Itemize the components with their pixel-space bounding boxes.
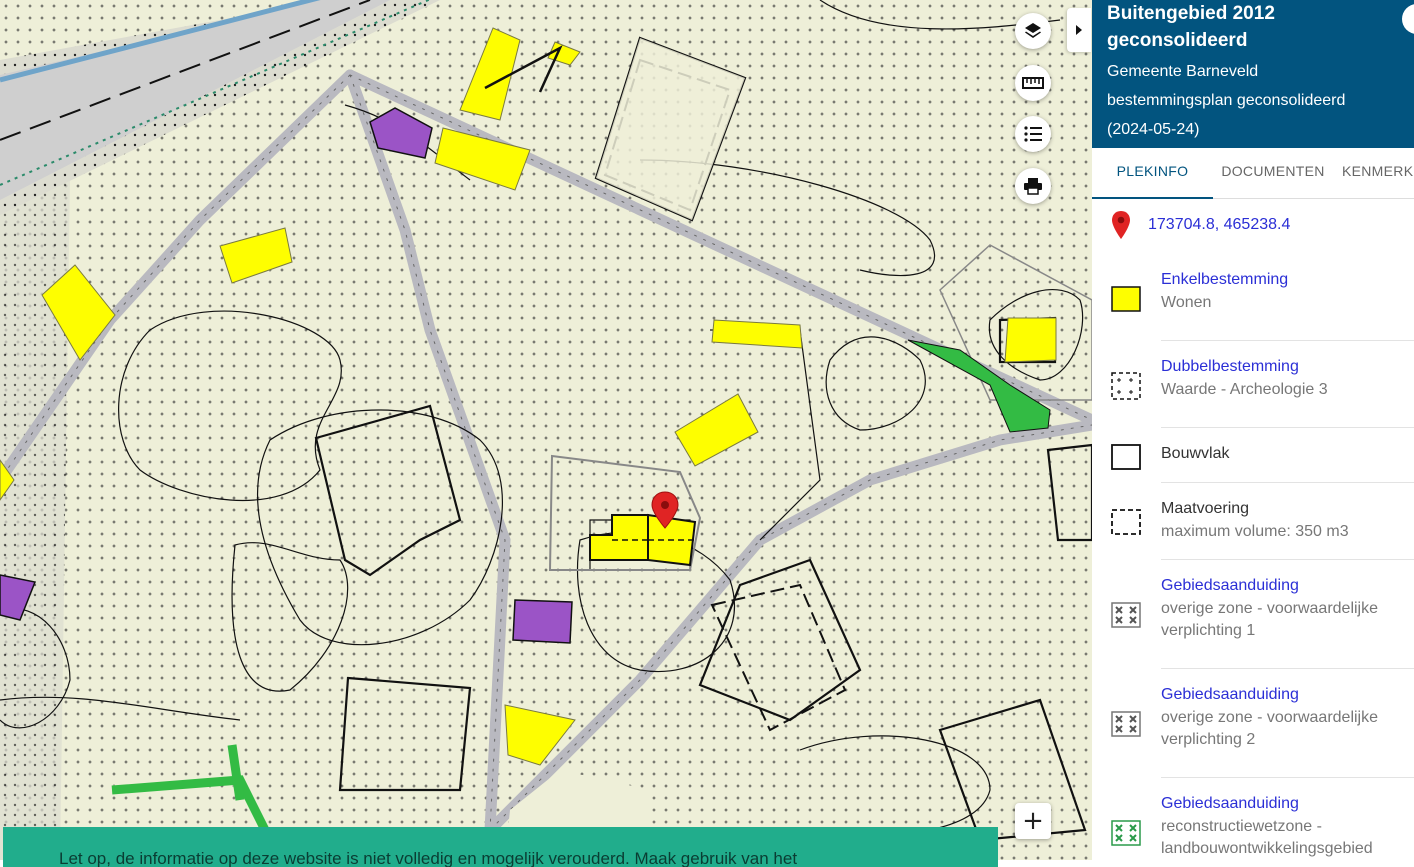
close-panel-button[interactable] [1402,4,1414,34]
legend-title[interactable]: Gebiedsaanduiding [1161,686,1299,704]
zone-pattern-icon [1111,602,1141,628]
legend-divider [1161,340,1414,341]
tab-plekinfo[interactable]: PLEKINFO [1092,148,1213,199]
disclaimer-text: Let op, de informatie op deze website is… [59,849,798,867]
legend-title: Maatvoering [1161,500,1250,517]
panel-tabs: PLEKINFO DOCUMENTEN KENMERKEN [1092,148,1414,199]
printer-icon [1024,178,1042,195]
map-pin-icon [1112,211,1130,239]
legend-desc: Wonen [1161,294,1212,311]
layers-button[interactable] [1015,13,1051,49]
list-icon [1024,126,1042,142]
legend-divider [1161,482,1414,483]
zone-pattern-icon [1111,711,1141,737]
caret-right-icon [1076,25,1082,35]
zoom-in-button[interactable]: + [1015,803,1051,839]
archeology-pattern-icon [1111,372,1141,400]
legend-title[interactable]: Enkelbestemming [1161,271,1288,289]
legend-desc: maximum volume: 350 m3 [1161,523,1349,540]
layers-icon [1025,23,1041,38]
measure-button[interactable] [1015,65,1051,101]
solid-outline-icon [1111,444,1141,470]
legend-desc: Waarde - Archeologie 3 [1161,381,1328,398]
info-panel: Buitengebied 2012 geconsolideerd Gemeent… [1092,0,1414,860]
legend-divider [1161,668,1414,669]
legend-title[interactable]: Dubbelbestemming [1161,358,1299,376]
tab-kenmerken[interactable]: KENMERKEN [1342,148,1414,197]
legend-divider [1161,777,1414,778]
legend-desc: reconstructiewetzone - landbouwontwikkel… [1161,818,1373,857]
legend-desc: overige zone - voorwaardelijke verplicht… [1161,709,1378,748]
legend-divider [1161,559,1414,560]
yellow-fill-icon [1111,286,1141,312]
ruler-icon [1022,77,1044,89]
tab-documenten[interactable]: DOCUMENTEN [1213,148,1333,197]
zone-pattern-green-icon [1111,820,1141,846]
plan-subtitle: Gemeente Barneveld bestemmingsplan gecon… [1107,63,1346,138]
print-button[interactable] [1015,168,1051,204]
plan-title: Buitengebied 2012 geconsolideerd [1107,3,1275,51]
legend-title[interactable]: Gebiedsaanduiding [1161,577,1299,595]
map-view[interactable]: + [0,0,1092,860]
legend-desc: overige zone - voorwaardelijke verplicht… [1161,600,1378,639]
disclaimer-banner: Let op, de informatie op deze website is… [3,827,998,867]
legend-divider [1161,427,1414,428]
legend-title: Bouwvlak [1161,445,1230,462]
legend-button[interactable] [1015,116,1051,152]
zoom-in-label: + [1022,806,1044,836]
coordinates-row: 173704.8, 465238.4 [1092,200,1414,252]
collapse-panel-button[interactable] [1067,8,1091,52]
map-canvas[interactable] [0,0,1092,860]
dashed-outline-icon [1111,509,1141,535]
panel-header: Buitengebied 2012 geconsolideerd Gemeent… [1092,0,1414,148]
coordinates-link[interactable]: 173704.8, 465238.4 [1148,216,1290,234]
legend-title[interactable]: Gebiedsaanduiding [1161,795,1299,813]
